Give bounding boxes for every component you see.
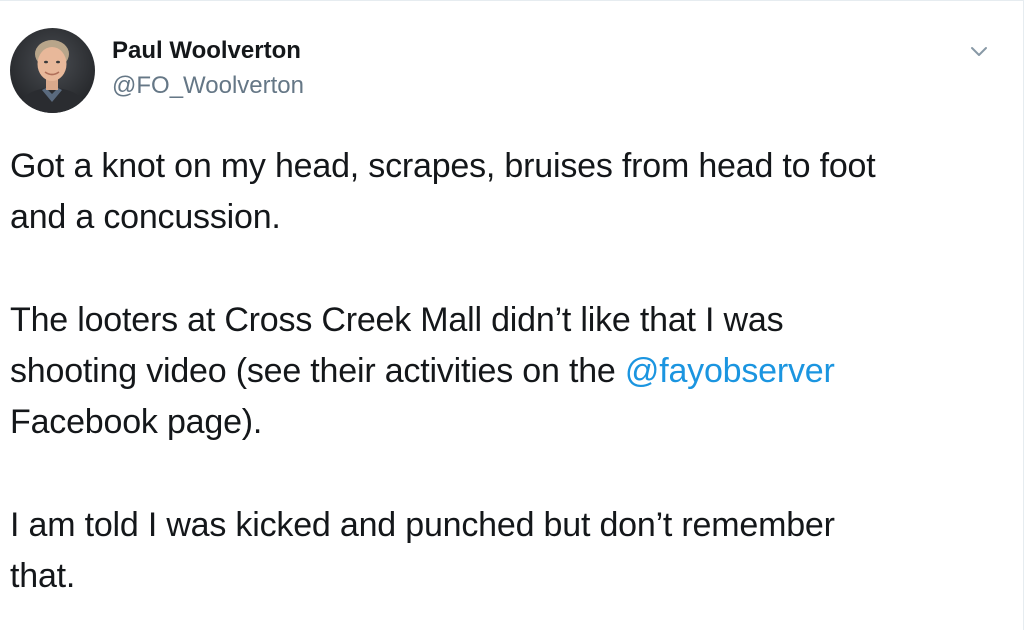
tweet-line: The looters at Cross Creek Mall didn’t l… bbox=[10, 301, 784, 339]
tweet-paragraph-1: Got a knot on my head, scrapes, bruises … bbox=[10, 141, 1010, 243]
mention-link[interactable]: @fayobserver bbox=[625, 352, 835, 390]
chevron-down-icon[interactable] bbox=[964, 37, 994, 65]
tweet-line: shooting video (see their activities on … bbox=[10, 352, 625, 390]
avatar[interactable] bbox=[10, 28, 95, 113]
tweet-text: Got a knot on my head, scrapes, bruises … bbox=[10, 141, 1010, 602]
tweet-paragraph-3: I am told I was kicked and punched but d… bbox=[10, 500, 1010, 602]
author-handle[interactable]: @FO_Woolverton bbox=[112, 74, 304, 98]
tweet-line: I am told I was kicked and punched but d… bbox=[10, 506, 835, 544]
tweet-line: that. bbox=[10, 557, 76, 595]
tweet-card: Paul Woolverton @FO_Woolverton Got a kno… bbox=[0, 0, 1024, 630]
author-name[interactable]: Paul Woolverton bbox=[112, 39, 301, 63]
tweet-line: Got a knot on my head, scrapes, bruises … bbox=[10, 147, 876, 185]
tweet-line: and a concussion. bbox=[10, 198, 281, 236]
tweet-line: Facebook page). bbox=[10, 403, 263, 441]
tweet-paragraph-2: The looters at Cross Creek Mall didn’t l… bbox=[10, 295, 1010, 448]
